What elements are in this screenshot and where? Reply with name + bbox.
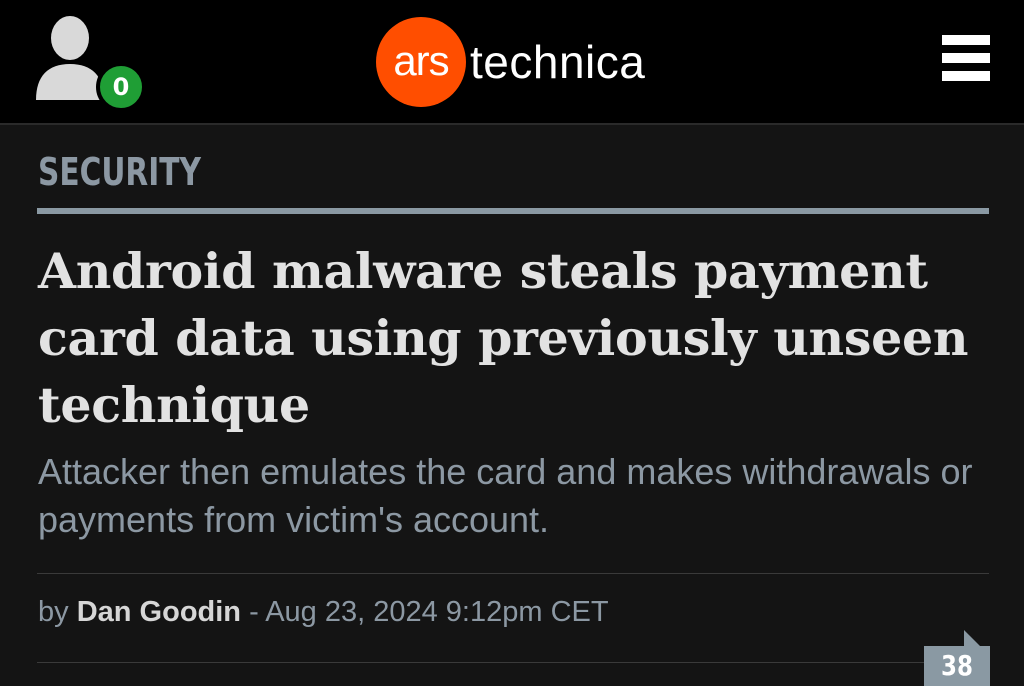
logo-wordmark: technica: [470, 36, 646, 88]
section-label[interactable]: SECURITY: [38, 142, 201, 202]
byline-separator: -: [241, 596, 266, 628]
article-headline: Android malware steals payment card data…: [38, 242, 969, 434]
account-button[interactable]: 0: [30, 14, 146, 112]
publish-date: Aug 23, 2024 9:12pm CET: [265, 596, 609, 628]
site-header: 0 ars technica: [0, 0, 1024, 125]
byline-divider-bottom: [37, 662, 989, 663]
article-subheadline: Attacker then emulates the card and make…: [38, 451, 973, 540]
comments-button[interactable]: 38: [924, 630, 990, 686]
logo-badge: ars: [376, 17, 466, 107]
section-divider: [37, 208, 989, 214]
notification-badge[interactable]: 0: [96, 62, 146, 112]
byline: by Dan Goodin - Aug 23, 2024 9:12pm CET: [38, 592, 609, 632]
byline-prefix: by: [38, 596, 69, 628]
byline-divider-top: [37, 573, 989, 574]
author-link[interactable]: Dan Goodin: [77, 596, 241, 628]
ars-technica-logo[interactable]: ars technica: [376, 16, 645, 108]
comment-count: 38: [941, 649, 973, 682]
hamburger-menu-icon[interactable]: [942, 35, 990, 81]
